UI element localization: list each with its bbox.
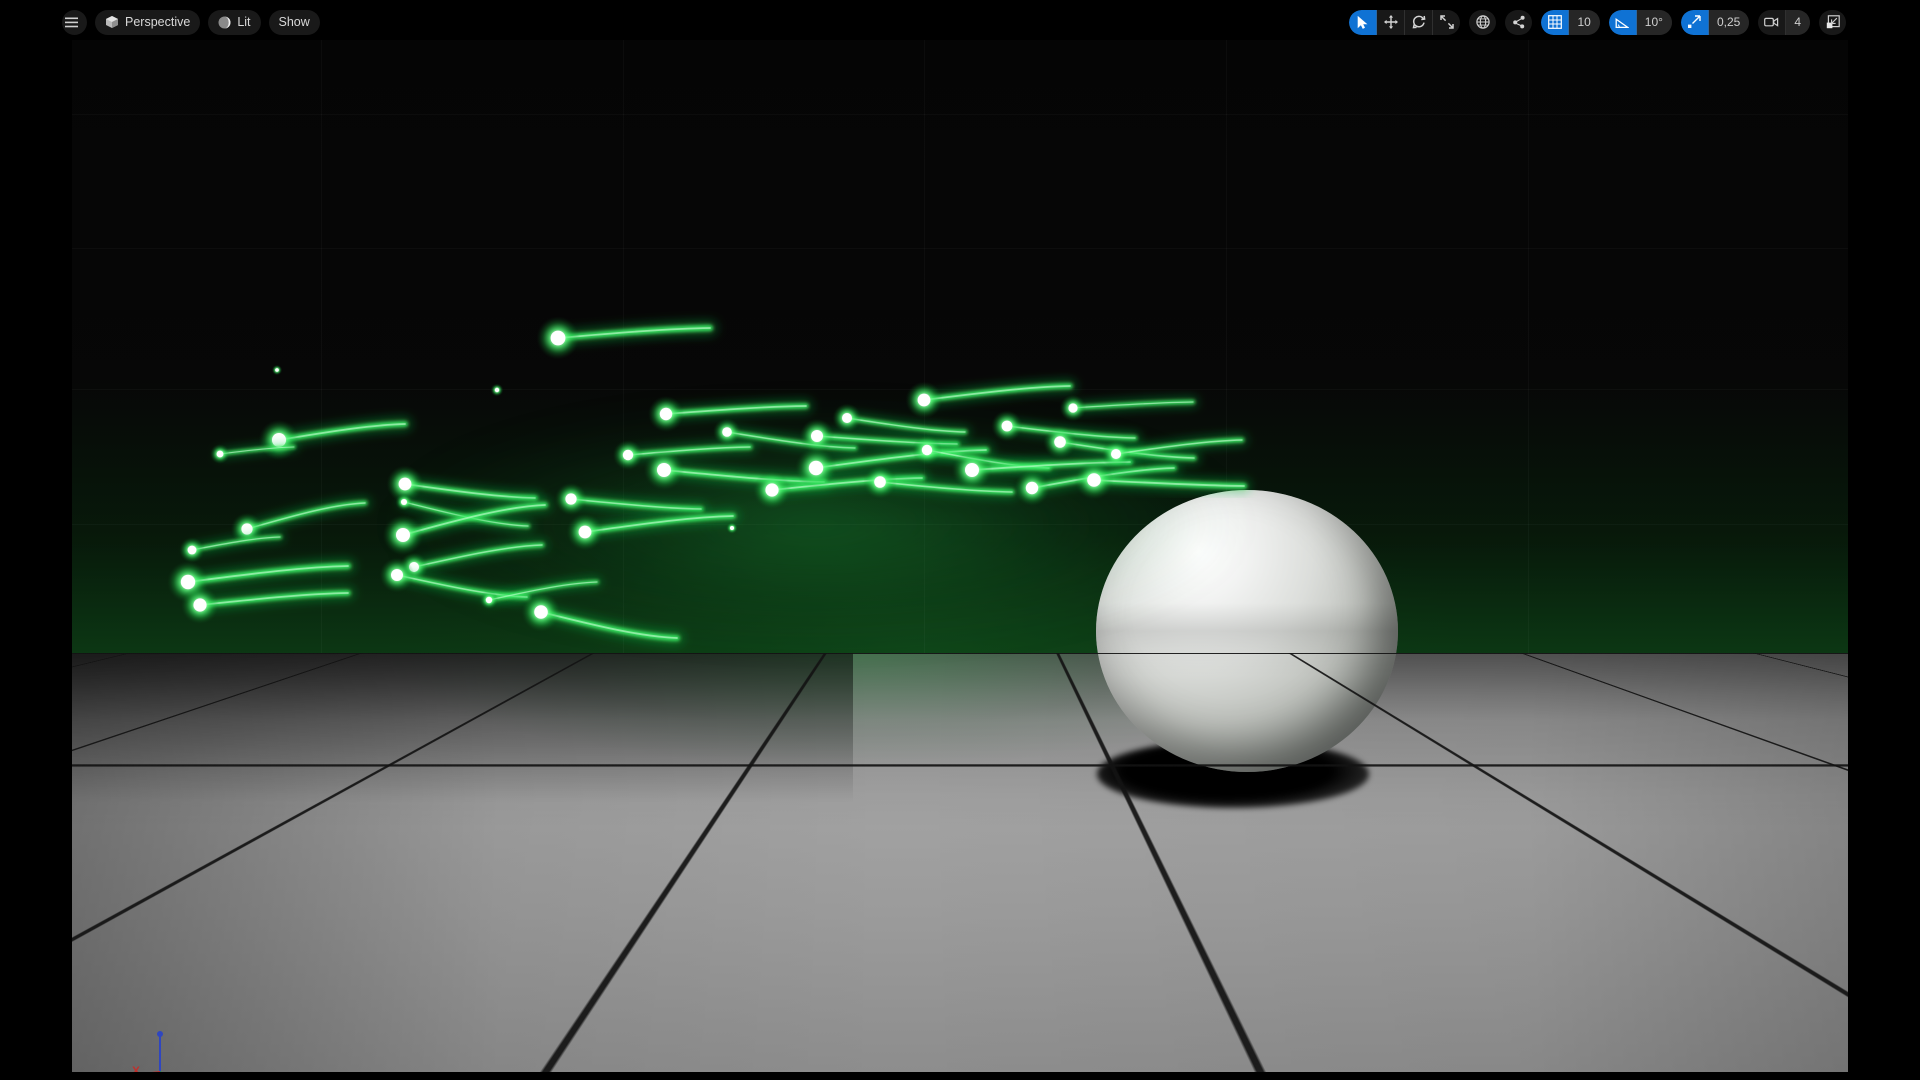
render-surface[interactable]: X Y Z bbox=[72, 40, 1848, 1072]
lighting-mode-button[interactable]: Lit bbox=[208, 9, 261, 35]
translate-tool-button[interactable] bbox=[1377, 9, 1406, 35]
maximize-viewport-group bbox=[1819, 9, 1846, 35]
viewport-toolbar-left: Perspective Lit Show bbox=[62, 9, 320, 35]
floor-dark-falloff bbox=[72, 653, 854, 803]
camera-speed-toggle[interactable] bbox=[1758, 9, 1787, 35]
show-flags-label: Show bbox=[278, 15, 310, 29]
select-tool-button[interactable] bbox=[1349, 9, 1378, 35]
coordinate-space-group bbox=[1469, 9, 1497, 35]
lit-sphere-icon bbox=[218, 16, 231, 29]
viewport-options-menu-button[interactable] bbox=[62, 9, 87, 35]
unreal-viewport-window: X Y Z Pe bbox=[0, 0, 1920, 1080]
particle-ambient-glow bbox=[132, 340, 1312, 670]
grid-snap-group: 10 bbox=[1541, 9, 1600, 35]
rotate-tool-button[interactable] bbox=[1405, 9, 1434, 35]
angle-snap-value[interactable]: 10° bbox=[1636, 9, 1672, 35]
scale-snap-value[interactable]: 0,25 bbox=[1708, 9, 1750, 35]
level-viewport[interactable]: X Y Z bbox=[0, 0, 1920, 1080]
cube-icon bbox=[105, 15, 119, 29]
view-mode-label: Perspective bbox=[125, 15, 191, 29]
hamburger-menu-icon bbox=[65, 17, 78, 28]
camera-speed-group: 4 bbox=[1758, 9, 1810, 35]
floor-plane bbox=[72, 653, 1848, 1072]
axis-label-x: X bbox=[132, 1064, 141, 1072]
viewport-toolbar-right: 10 10° 0,25 4 bbox=[1349, 9, 1846, 35]
world-space-button[interactable] bbox=[1469, 10, 1496, 35]
scale-snap-group: 0,25 bbox=[1680, 9, 1750, 35]
camera-speed-value[interactable]: 4 bbox=[1786, 9, 1810, 35]
axis-gizmo: X Y Z bbox=[130, 1020, 200, 1072]
surface-snap-button[interactable] bbox=[1505, 10, 1532, 35]
scale-tool-button[interactable] bbox=[1433, 10, 1460, 35]
grid-snap-toggle[interactable] bbox=[1541, 9, 1570, 35]
axis-label-y: Y bbox=[168, 1070, 176, 1072]
angle-snap-group: 10° bbox=[1608, 9, 1672, 35]
lighting-mode-label: Lit bbox=[237, 15, 251, 29]
transform-tool-group bbox=[1349, 9, 1461, 35]
maximize-viewport-button[interactable] bbox=[1819, 10, 1846, 35]
angle-snap-toggle[interactable] bbox=[1608, 9, 1637, 35]
scale-snap-toggle[interactable] bbox=[1680, 9, 1709, 35]
surface-snap-group bbox=[1505, 9, 1533, 35]
show-flags-button[interactable]: Show bbox=[268, 9, 320, 35]
grid-snap-value[interactable]: 10 bbox=[1569, 9, 1600, 35]
view-mode-button[interactable]: Perspective bbox=[95, 9, 201, 35]
